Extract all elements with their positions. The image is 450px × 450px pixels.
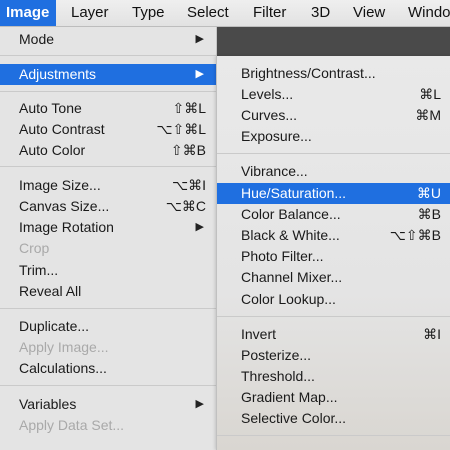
menu-separator (0, 308, 216, 309)
menu-item-apply-image: Apply Image... (0, 337, 216, 358)
submenu-arrow-icon: ▶ (195, 68, 204, 80)
menu-item-auto-color[interactable]: Auto Color ⇧⌘B (0, 140, 216, 161)
menu-item-label: Canvas Size... (19, 198, 110, 214)
menu-item-shortcut: ⌘B (417, 206, 441, 222)
submenu-item-exposure[interactable]: Exposure... (217, 126, 450, 147)
menu-view[interactable]: View (353, 0, 385, 26)
submenu-item-color-balance[interactable]: Color Balance... ⌘B (217, 204, 450, 225)
menu-separator (217, 153, 450, 154)
submenu-item-threshold[interactable]: Threshold... (217, 366, 450, 387)
submenu-item-posterize[interactable]: Posterize... (217, 345, 450, 366)
menu-item-label: Hue/Saturation... (241, 185, 347, 201)
submenu-item-brightness-contrast[interactable]: Brightness/Contrast... (217, 63, 450, 84)
menu-item-label: Auto Contrast (19, 121, 105, 137)
menu-item-label: Mode (19, 31, 55, 47)
menu-item-auto-contrast[interactable]: Auto Contrast ⌥⇧⌘L (0, 119, 216, 140)
menu-item-label: Color Balance... (241, 206, 341, 222)
menu-item-label: Trim... (19, 262, 59, 278)
submenu-item-curves[interactable]: Curves... ⌘M (217, 105, 450, 126)
menu-separator (217, 316, 450, 317)
menu-item-label: Exposure... (241, 128, 312, 144)
submenu-item-black-white[interactable]: Black & White... ⌥⇧⌘B (217, 225, 450, 246)
image-menu: Mode ▶ Adjustments ▶ Auto Tone ⇧⌘L Auto … (0, 27, 217, 450)
submenu-item-levels[interactable]: Levels... ⌘L (217, 84, 450, 105)
menu-separator (0, 166, 216, 167)
menu-item-label: Apply Data Set... (19, 417, 125, 433)
menu-item-label: Posterize... (241, 347, 312, 363)
submenu-item-photo-filter[interactable]: Photo Filter... (217, 246, 450, 267)
menu-filter[interactable]: Filter (253, 0, 286, 26)
menu-item-label: Duplicate... (19, 318, 90, 334)
menu-item-variables[interactable]: Variables ▶ (0, 394, 216, 415)
menu-item-label: Calculations... (19, 360, 107, 376)
menu-item-shortcut: ⌥⇧⌘L (156, 121, 206, 137)
menu-image[interactable]: Image (0, 0, 57, 26)
menu-item-shortcut: ⌘U (416, 185, 441, 201)
menu-item-shortcut: ⇧⌘L (172, 100, 206, 116)
menu-item-label: Crop (19, 240, 50, 256)
menu-item-label: Reveal All (19, 283, 82, 299)
submenu-item-color-lookup[interactable]: Color Lookup... (217, 289, 450, 310)
menu-bar: Image Layer Type Select Filter 3D View W… (0, 0, 450, 27)
menu-item-label: Invert (241, 326, 277, 342)
menu-separator (0, 385, 216, 386)
menu-item-image-rotation[interactable]: Image Rotation ▶ (0, 217, 216, 238)
menu-item-shortcut: ⌘I (423, 326, 441, 342)
menu-item-label: Curves... (241, 107, 298, 123)
menu-item-label: Image Size... (19, 177, 101, 193)
menu-item-label: Apply Image... (19, 339, 109, 355)
menu-item-mode[interactable]: Mode ▶ (0, 29, 216, 50)
submenu-arrow-icon: ▶ (195, 398, 204, 410)
submenu-item-hue-saturation[interactable]: Hue/Saturation... ⌘U (217, 183, 450, 204)
menu-item-label: Selective Color... (241, 410, 347, 426)
menu-item-auto-tone[interactable]: Auto Tone ⇧⌘L (0, 98, 216, 119)
menu-item-crop: Crop (0, 238, 216, 259)
menu-item-label: Channel Mixer... (241, 269, 343, 285)
menu-item-label: Levels... (241, 86, 294, 102)
submenu-arrow-icon: ▶ (195, 221, 204, 233)
submenu-item-vibrance[interactable]: Vibrance... (217, 161, 450, 182)
menu-separator (0, 91, 216, 92)
menu-item-apply-data-set: Apply Data Set... (0, 415, 216, 436)
menu-item-adjustments[interactable]: Adjustments ▶ (0, 64, 216, 85)
menu-3d[interactable]: 3D (311, 0, 330, 26)
menu-item-label: Black & White... (241, 227, 340, 243)
adjustments-submenu: Brightness/Contrast... Levels... ⌘L Curv… (216, 56, 450, 450)
menu-item-shortcut: ⌘L (419, 86, 441, 102)
submenu-item-channel-mixer[interactable]: Channel Mixer... (217, 267, 450, 288)
menu-separator (217, 435, 450, 436)
submenu-arrow-icon: ▶ (195, 33, 204, 45)
menu-item-reveal-all[interactable]: Reveal All (0, 281, 216, 302)
menu-item-label: Photo Filter... (241, 248, 324, 264)
menu-item-calculations[interactable]: Calculations... (0, 358, 216, 379)
menu-item-label: Auto Tone (19, 100, 82, 116)
menu-item-label: Vibrance... (241, 163, 308, 179)
submenu-item-gradient-map[interactable]: Gradient Map... (217, 387, 450, 408)
menu-item-label: Adjustments (19, 66, 97, 82)
menu-item-image-size[interactable]: Image Size... ⌥⌘I (0, 175, 216, 196)
menu-item-label: Gradient Map... (241, 389, 338, 405)
menu-item-shortcut: ⌥⇧⌘B (389, 227, 441, 243)
menu-item-shortcut: ⌥⌘C (165, 198, 206, 214)
menu-item-label: Color Lookup... (241, 291, 336, 307)
menu-item-canvas-size[interactable]: Canvas Size... ⌥⌘C (0, 196, 216, 217)
menu-item-label: Brightness/Contrast... (241, 65, 376, 81)
menu-item-duplicate[interactable]: Duplicate... (0, 316, 216, 337)
menu-window[interactable]: Windo (408, 0, 450, 26)
menu-item-label: Variables (19, 396, 77, 412)
submenu-item-selective-color[interactable]: Selective Color... (217, 408, 450, 429)
menu-item-label: Threshold... (241, 368, 315, 384)
menu-item-shortcut: ⌘M (415, 107, 441, 123)
menu-item-trim[interactable]: Trim... (0, 260, 216, 281)
menu-select[interactable]: Select (187, 0, 229, 26)
menu-item-label: Image Rotation (19, 219, 114, 235)
menu-item-shortcut: ⇧⌘B (170, 142, 206, 158)
menu-separator (0, 55, 216, 56)
menu-item-label: Auto Color (19, 142, 86, 158)
menu-item-shortcut: ⌥⌘I (171, 177, 206, 193)
submenu-item-invert[interactable]: Invert ⌘I (217, 324, 450, 345)
menu-type[interactable]: Type (132, 0, 165, 26)
menu-layer[interactable]: Layer (71, 0, 109, 26)
